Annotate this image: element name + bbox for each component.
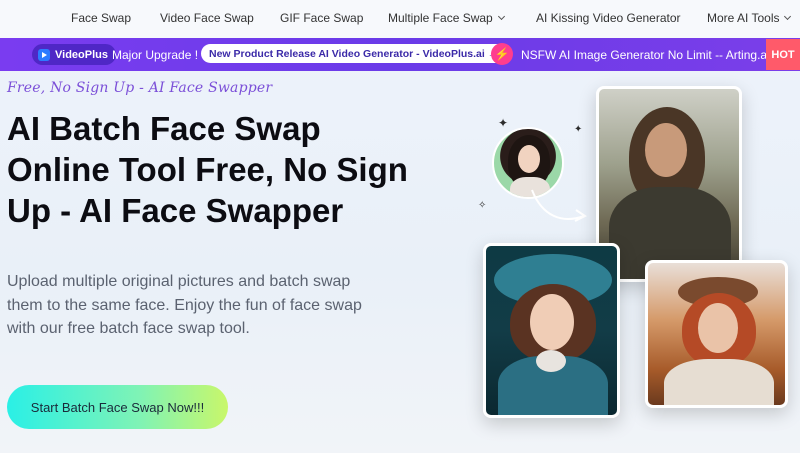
nsfw-generator-link[interactable]: NSFW AI Image Generator No Limit -- Arti… [521, 48, 770, 62]
top-nav: Face Swap Video Face Swap GIF Face Swap … [0, 0, 800, 38]
videoplus-label: VideoPlus [55, 48, 108, 61]
figure-bow [536, 350, 566, 372]
chevron-down-icon [497, 12, 505, 21]
hero-description: Upload multiple original pictures and ba… [7, 273, 362, 337]
nav-ai-kissing-video[interactable]: AI Kissing Video Generator [536, 11, 681, 25]
figure-face [530, 294, 574, 350]
new-release-link[interactable]: New Product Release AI Video Generator -… [201, 44, 507, 63]
videoplus-badge[interactable]: VideoPlus [32, 44, 116, 65]
hat-woman-photo [483, 243, 620, 418]
page-title: AI Batch Face Swap Online Tool Free, No … [7, 110, 408, 229]
nav-multiple-face-swap-label: Multiple Face Swap [388, 11, 493, 25]
nav-more-ai-tools-label: More AI Tools [707, 11, 780, 25]
nav-face-swap[interactable]: Face Swap [71, 11, 131, 25]
nav-gif-face-swap[interactable]: GIF Face Swap [280, 11, 363, 25]
lightning-icon: ⚡ [491, 43, 513, 65]
nav-more-ai-tools[interactable]: More AI Tools [707, 11, 792, 25]
major-upgrade-text: Major Upgrade ! [112, 48, 199, 62]
chevron-down-icon [784, 12, 792, 21]
nav-video-face-swap[interactable]: Video Face Swap [160, 11, 254, 25]
curved-arrow-icon [531, 189, 587, 222]
sparkle-icon: ✦ [574, 124, 583, 135]
play-icon [38, 48, 50, 61]
avatar-face [518, 145, 540, 173]
nav-multiple-face-swap[interactable]: Multiple Face Swap [388, 11, 505, 25]
hot-badge: HOT [766, 39, 800, 70]
figure-body [664, 359, 774, 405]
hero-tagline: Free, No Sign Up - AI Face Swapper [7, 80, 273, 96]
sparkle-icon: ✦ [498, 116, 509, 130]
sparkle-icon: ✧ [478, 200, 487, 211]
start-batch-face-swap-button[interactable]: Start Batch Face Swap Now!!! [7, 385, 228, 429]
figure-face [645, 123, 687, 177]
figure-face [698, 303, 738, 353]
explorer-photo [645, 260, 788, 408]
